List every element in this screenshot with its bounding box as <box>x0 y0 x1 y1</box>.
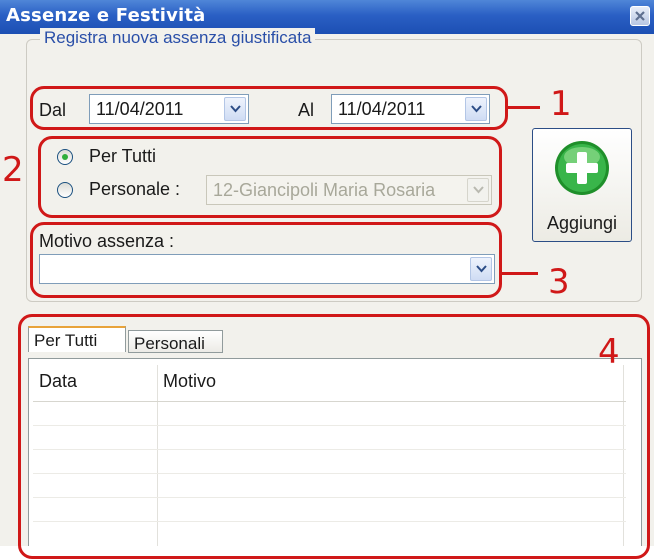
annotation-box-2 <box>38 136 502 218</box>
close-icon <box>635 11 645 21</box>
aggiungi-label: Aggiungi <box>546 213 618 233</box>
window-title: Assenze e Festività <box>6 5 206 26</box>
annotation-number-4: 4 <box>598 332 620 372</box>
aggiungi-button[interactable]: Aggiungi <box>532 128 632 242</box>
add-icon <box>555 141 609 195</box>
annotation-line-1 <box>508 106 540 109</box>
annotation-number-2: 2 <box>2 150 24 190</box>
annotation-number-3: 3 <box>548 262 570 302</box>
annotation-box-1 <box>30 86 508 130</box>
group-title: Registra nuova assenza giustificata <box>40 28 316 48</box>
annotation-box-3 <box>30 222 502 298</box>
close-button[interactable] <box>630 6 650 26</box>
annotation-line-3 <box>502 272 538 275</box>
annotation-number-1: 1 <box>550 84 572 124</box>
annotation-box-4 <box>18 314 650 559</box>
